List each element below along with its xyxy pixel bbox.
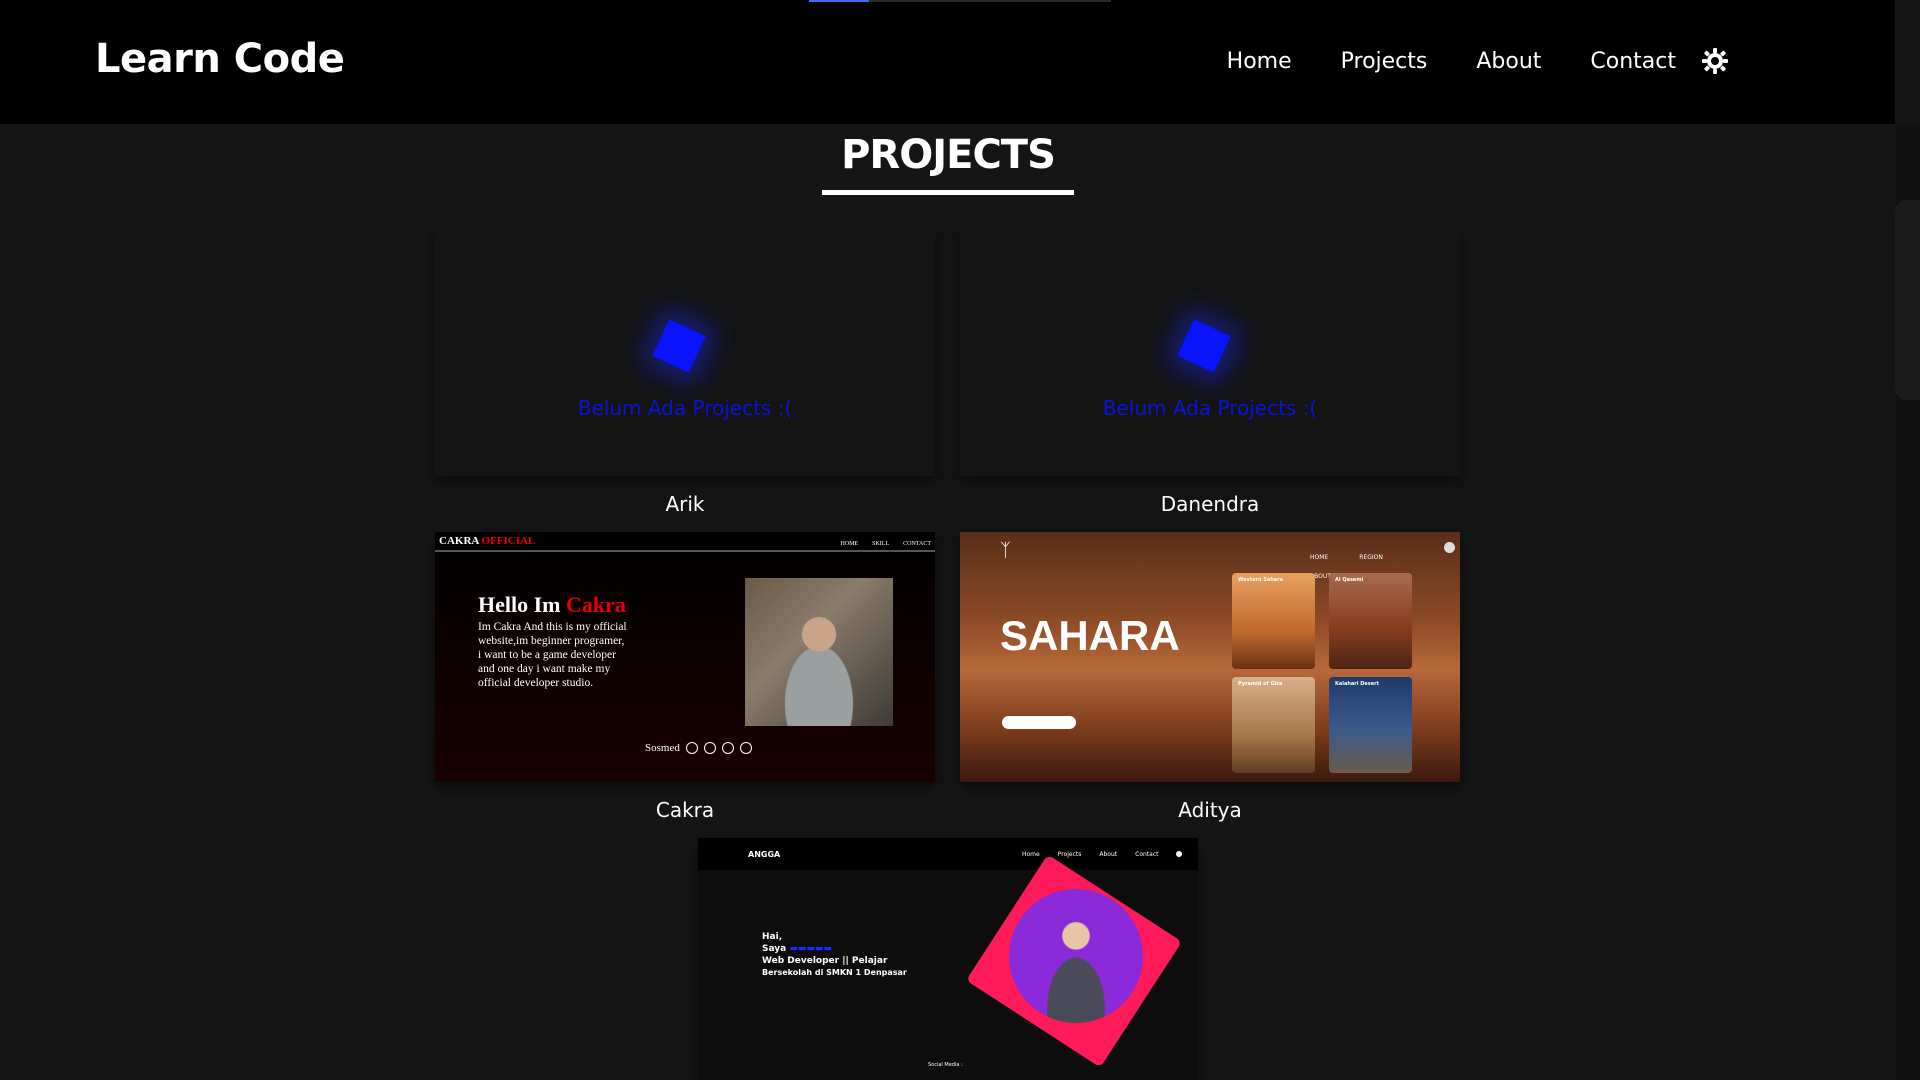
profile-photo [1009,889,1143,1023]
projects-title: PROJECTS [822,132,1074,195]
project-name: Arik [665,492,705,516]
site-header: Learn Code Home Projects About Contact [0,0,1895,124]
preview-brand: ANGGA [748,849,781,859]
project-name: Aditya [1178,798,1242,822]
nav-projects[interactable]: Projects [1341,49,1428,74]
camel-logo-icon: ᛉ [1000,540,1011,561]
github-icon [739,742,752,754]
preview-intro: Im Cakra And this is my official website… [478,621,627,689]
project-card-danendra[interactable]: Belum Ada Projects :( Danendra [960,226,1460,516]
region-tile: Pyramid of Giza [1232,677,1315,773]
project-card-arik[interactable]: Belum Ada Projects :( Arik [435,226,935,516]
empty-message: Belum Ada Projects :( [1102,396,1318,420]
project-preview-cakra[interactable]: CAKRA OFFICIAL HOME SKILL CONTACT Hello … [435,532,935,782]
top-progress-bar [809,0,1111,2]
nav-home[interactable]: Home [1227,49,1292,74]
project-preview-empty[interactable]: Belum Ada Projects :( [960,226,1460,476]
empty-message: Belum Ada Projects :( [577,396,793,420]
project-preview-aditya[interactable]: ᛉ HOME REGION ABOUT SAHARA Western Sahar… [960,532,1460,782]
project-name: Danendra [1160,492,1260,516]
instagram-icon [703,742,716,754]
theme-icon [1176,851,1183,857]
site-logo[interactable]: Learn Code [95,36,345,82]
preview-button [1002,716,1076,729]
region-tile: Al Qasemi [1329,573,1412,669]
preview-title: SAHARA [1000,612,1180,659]
preview-theme-icon [1444,542,1455,553]
region-tile: Western Sahara [1232,573,1315,669]
preview-intro: Hai, Saya ▬▬▬▬▬ Web Developer || Pelajar… [762,932,907,977]
project-card-cakra[interactable]: CAKRA OFFICIAL HOME SKILL CONTACT Hello … [435,532,935,822]
project-preview-angga[interactable]: ANGGA Home Projects About Contact Hai, S… [698,838,1198,1080]
telegram-icon [721,742,734,754]
loading-diamond-icon [652,319,706,373]
main-nav: Home Projects About Contact [1178,46,1730,76]
region-tile: Kalahari Desert [1329,677,1412,773]
nav-about[interactable]: About [1476,49,1541,74]
preview-social: Social Media : [928,1062,963,1068]
preview-brand: CAKRA OFFICIAL [439,535,536,547]
project-preview-empty[interactable]: Belum Ada Projects :( [435,226,935,476]
preview-menu: HOME SKILL CONTACT [840,541,931,547]
scrollbar-thumb[interactable] [1895,200,1920,400]
project-card-aditya[interactable]: ᛉ HOME REGION ABOUT SAHARA Western Sahar… [960,532,1460,822]
preview-sosmed: Sosmed [645,742,752,754]
project-name: Cakra [655,798,715,822]
theme-toggle-icon[interactable] [1700,46,1730,76]
whatsapp-icon [685,742,698,754]
loading-diamond-icon [1177,319,1231,373]
preview-navbar: CAKRA OFFICIAL HOME SKILL CONTACT [435,532,935,552]
profile-photo [745,578,893,726]
preview-greeting: Hello Im Cakra [478,592,626,617]
preview-navbar: ANGGA Home Projects About Contact [698,838,1198,870]
nav-contact[interactable]: Contact [1590,49,1676,74]
